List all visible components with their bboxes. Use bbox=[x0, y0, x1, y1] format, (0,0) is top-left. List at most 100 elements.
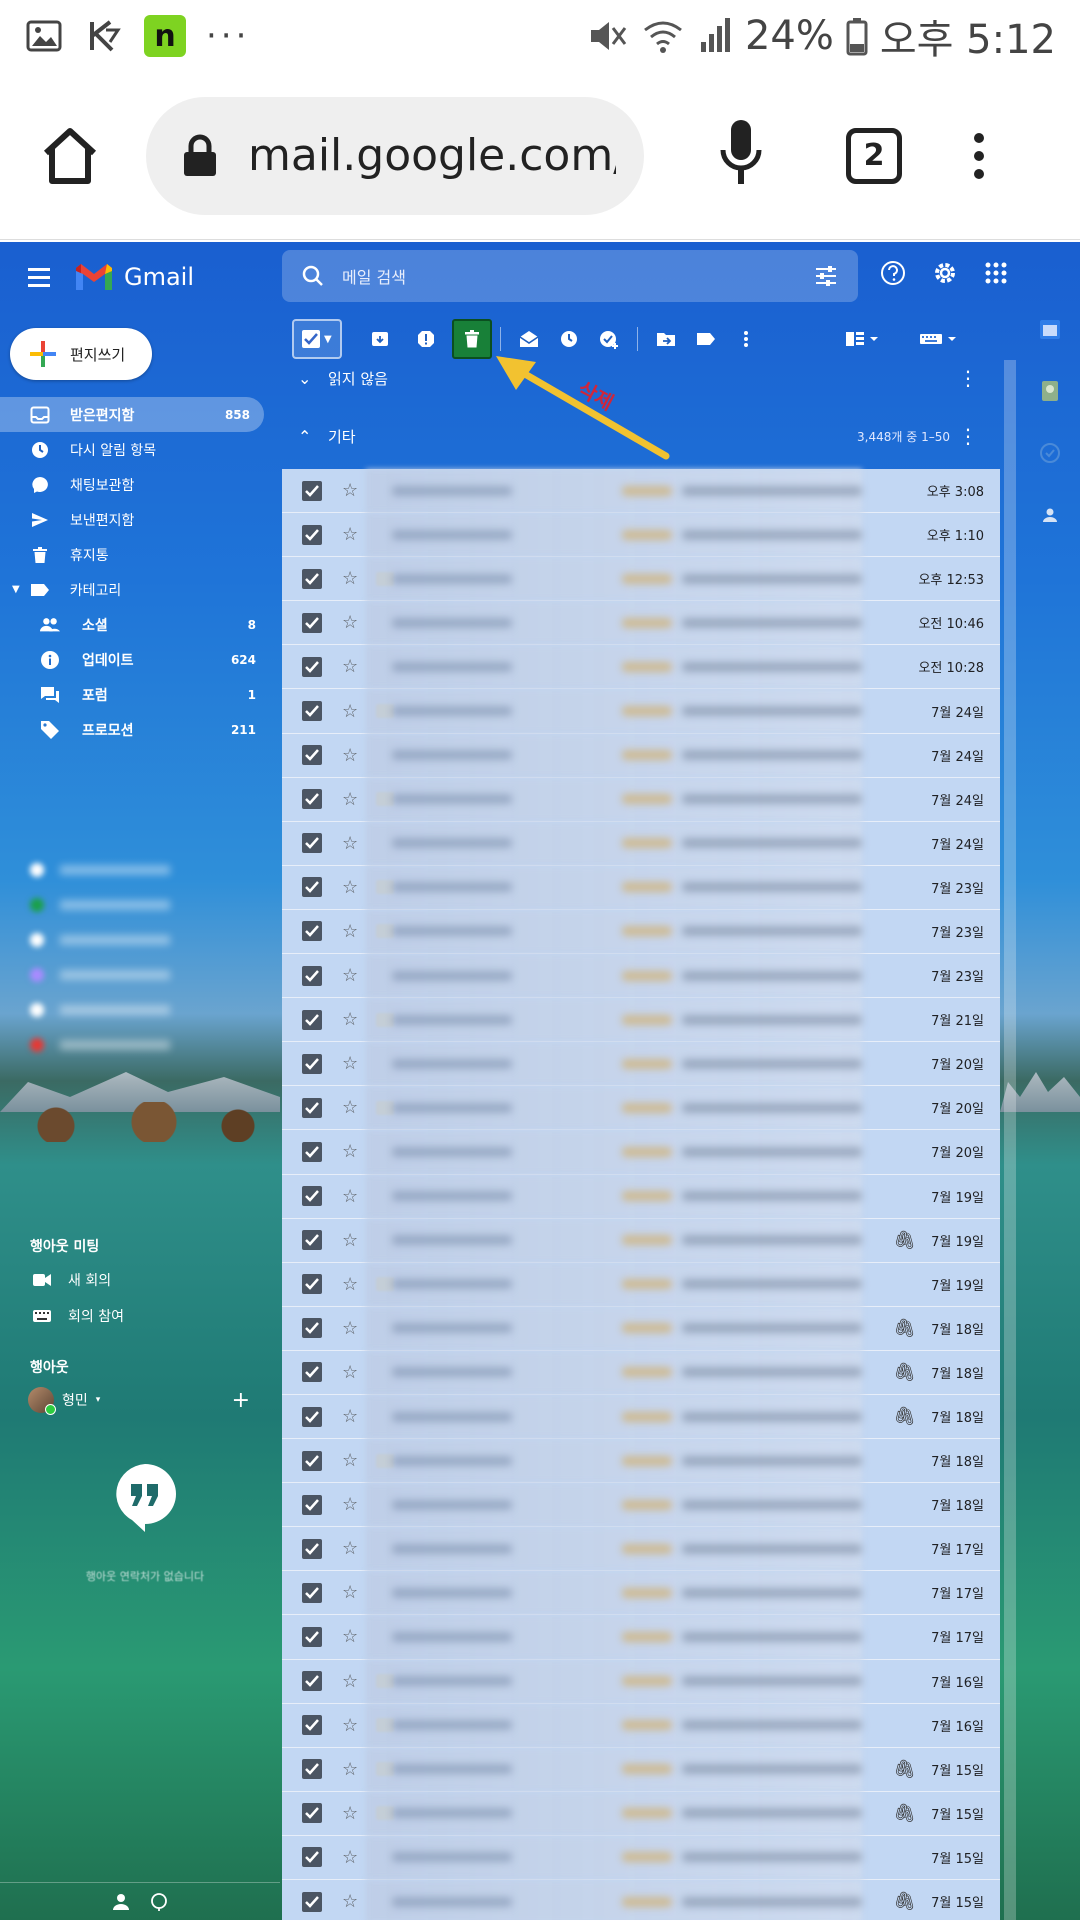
star-icon[interactable]: ☆ bbox=[342, 1009, 358, 1030]
table-row[interactable]: ☆ 🖇 7월 18일 bbox=[282, 1350, 1000, 1395]
star-icon[interactable]: ☆ bbox=[342, 1053, 358, 1074]
list-scrollbar[interactable] bbox=[1004, 360, 1016, 1920]
browser-menu-button[interactable] bbox=[974, 132, 984, 179]
row-checkbox[interactable] bbox=[302, 1362, 322, 1383]
table-row[interactable]: ☆ 오후 12:53 bbox=[282, 557, 1000, 602]
star-icon[interactable]: ☆ bbox=[342, 1803, 358, 1824]
star-icon[interactable]: ☆ bbox=[342, 1494, 358, 1515]
new-meeting-button[interactable]: 새 회의 bbox=[0, 1262, 280, 1298]
help-icon[interactable] bbox=[880, 260, 906, 286]
row-checkbox[interactable] bbox=[302, 1847, 322, 1868]
settings-gear-icon[interactable] bbox=[932, 260, 958, 286]
compose-button[interactable]: 편지쓰기 bbox=[10, 328, 152, 380]
table-row[interactable]: ☆ 7월 23일 bbox=[282, 954, 1000, 999]
table-row[interactable]: ☆ 7월 16일 bbox=[282, 1659, 1000, 1704]
blurred-label[interactable] bbox=[30, 887, 260, 922]
row-checkbox[interactable] bbox=[302, 877, 322, 898]
row-checkbox[interactable] bbox=[302, 1230, 322, 1251]
table-row[interactable]: ☆ 7월 24일 bbox=[282, 777, 1000, 822]
table-row[interactable]: ☆ 7월 24일 bbox=[282, 821, 1000, 866]
join-meeting-button[interactable]: 회의 참여 bbox=[0, 1298, 280, 1334]
row-checkbox[interactable] bbox=[302, 568, 322, 589]
star-icon[interactable]: ☆ bbox=[342, 833, 358, 854]
row-checkbox[interactable] bbox=[302, 1671, 322, 1692]
star-icon[interactable]: ☆ bbox=[342, 877, 358, 898]
star-icon[interactable]: ☆ bbox=[342, 701, 358, 722]
star-icon[interactable]: ☆ bbox=[342, 1715, 358, 1736]
search-icon[interactable] bbox=[302, 265, 324, 287]
collapse-triangle-icon[interactable]: ▼ bbox=[12, 584, 20, 595]
row-checkbox[interactable] bbox=[302, 1582, 322, 1603]
row-checkbox[interactable] bbox=[302, 745, 322, 766]
tasks-icon[interactable] bbox=[1039, 442, 1061, 464]
keep-icon[interactable] bbox=[1039, 380, 1061, 402]
table-row[interactable]: ☆ 7월 19일 bbox=[282, 1174, 1000, 1219]
sidebar-item-trash[interactable]: 휴지통 bbox=[0, 537, 270, 572]
address-bar[interactable]: mail.google.com/ bbox=[146, 96, 644, 215]
table-row[interactable]: ☆ 7월 16일 bbox=[282, 1703, 1000, 1748]
star-icon[interactable]: ☆ bbox=[342, 612, 358, 633]
more-vert-icon[interactable]: ⋮ bbox=[958, 366, 978, 390]
star-icon[interactable]: ☆ bbox=[342, 1362, 358, 1383]
row-checkbox[interactable] bbox=[302, 1759, 322, 1780]
star-icon[interactable]: ☆ bbox=[342, 1097, 358, 1118]
table-row[interactable]: ☆ 오전 10:28 bbox=[282, 645, 1000, 690]
star-icon[interactable]: ☆ bbox=[342, 1186, 358, 1207]
table-row[interactable]: ☆ 7월 21일 bbox=[282, 998, 1000, 1043]
sidebar-item-inbox[interactable]: 받은편지함 858 bbox=[0, 397, 264, 432]
section-unread-header[interactable]: ⌄ 읽지 않음 ⋮ bbox=[282, 352, 1000, 404]
star-icon[interactable]: ☆ bbox=[342, 1230, 358, 1251]
row-checkbox[interactable] bbox=[302, 1097, 322, 1118]
table-row[interactable]: ☆ 🖇 7월 18일 bbox=[282, 1394, 1000, 1440]
row-checkbox[interactable] bbox=[302, 1538, 322, 1559]
table-row[interactable]: ☆ 🖇 7월 15일 bbox=[282, 1747, 1000, 1792]
star-icon[interactable]: ☆ bbox=[342, 1406, 358, 1427]
row-checkbox[interactable] bbox=[302, 701, 322, 722]
add-contact-icon[interactable]: + bbox=[232, 1388, 250, 1413]
row-checkbox[interactable] bbox=[302, 1803, 322, 1824]
star-icon[interactable]: ☆ bbox=[342, 1671, 358, 1692]
chevron-up-icon[interactable]: ⌃ bbox=[298, 427, 328, 446]
blurred-label[interactable] bbox=[30, 957, 260, 992]
gmail-logo[interactable]: Gmail bbox=[74, 262, 194, 292]
star-icon[interactable]: ☆ bbox=[342, 745, 358, 766]
hangouts-tab-icon[interactable] bbox=[150, 1892, 168, 1911]
star-icon[interactable]: ☆ bbox=[342, 965, 358, 986]
table-row[interactable]: ☆ 7월 19일 bbox=[282, 1262, 1000, 1307]
table-row[interactable]: ☆ 🖇 7월 15일 bbox=[282, 1880, 1000, 1920]
tab-switcher-button[interactable]: 2 bbox=[846, 127, 902, 184]
star-icon[interactable]: ☆ bbox=[342, 1141, 358, 1162]
sidebar-item-chats[interactable]: 채팅보관함 bbox=[0, 467, 270, 502]
star-icon[interactable]: ☆ bbox=[342, 1582, 358, 1603]
voice-search-button[interactable] bbox=[706, 116, 776, 196]
star-icon[interactable]: ☆ bbox=[342, 1318, 358, 1339]
star-icon[interactable]: ☆ bbox=[342, 1538, 358, 1559]
blurred-label[interactable] bbox=[30, 852, 260, 887]
table-row[interactable]: ☆ 7월 18일 bbox=[282, 1483, 1000, 1528]
star-icon[interactable]: ☆ bbox=[342, 656, 358, 677]
table-row[interactable]: ☆ 7월 20일 bbox=[282, 1086, 1000, 1131]
row-checkbox[interactable] bbox=[302, 833, 322, 854]
row-checkbox[interactable] bbox=[302, 965, 322, 986]
blurred-label[interactable] bbox=[30, 1027, 260, 1062]
star-icon[interactable]: ☆ bbox=[342, 568, 358, 589]
row-checkbox[interactable] bbox=[302, 612, 322, 633]
person-icon[interactable] bbox=[112, 1893, 130, 1911]
table-row[interactable]: ☆ 🖇 7월 18일 bbox=[282, 1306, 1000, 1351]
table-row[interactable]: ☆ 7월 24일 bbox=[282, 689, 1000, 734]
row-checkbox[interactable] bbox=[302, 656, 322, 677]
hangouts-user[interactable]: 형민 ▾ + bbox=[0, 1382, 280, 1418]
home-button[interactable] bbox=[30, 116, 110, 196]
calendar-icon[interactable] bbox=[1039, 318, 1061, 340]
row-checkbox[interactable] bbox=[302, 1450, 322, 1471]
sidebar-item-social[interactable]: 소셜 8 bbox=[0, 607, 270, 642]
star-icon[interactable]: ☆ bbox=[342, 480, 358, 501]
star-icon[interactable]: ☆ bbox=[342, 1759, 358, 1780]
find-contacts-link[interactable] bbox=[95, 1588, 195, 1601]
row-checkbox[interactable] bbox=[302, 1053, 322, 1074]
row-checkbox[interactable] bbox=[302, 1186, 322, 1207]
star-icon[interactable]: ☆ bbox=[342, 921, 358, 942]
blurred-label[interactable] bbox=[30, 992, 260, 1027]
main-menu-icon[interactable] bbox=[28, 267, 50, 287]
row-checkbox[interactable] bbox=[302, 1274, 322, 1295]
